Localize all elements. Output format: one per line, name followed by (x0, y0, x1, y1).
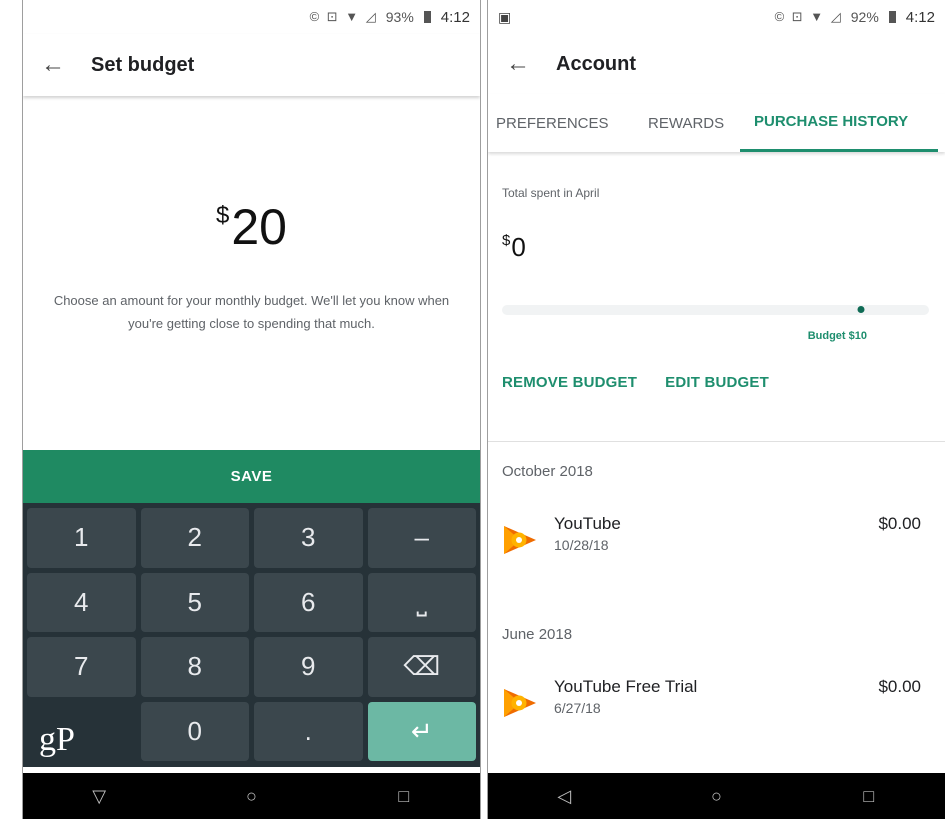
nav-home-icon[interactable]: ○ (686, 786, 746, 807)
status-time: 4:12 (905, 8, 935, 26)
edit-budget-button[interactable]: EDIT BUDGET (665, 374, 769, 391)
purchase-text: YouTube 10/28/18 (554, 500, 878, 553)
total-spent-amount: $ 0 (502, 232, 931, 263)
total-spent-label: Total spent in April (502, 186, 600, 200)
purchase-name: YouTube (554, 514, 621, 533)
battery-percent: 93% (385, 9, 414, 25)
key-dot[interactable]: . (254, 701, 363, 761)
purchase-name: YouTube Free Trial (554, 677, 698, 696)
status-bar: ▣ © ⊡ ▼ ◿ 92% 4:12 (488, 0, 945, 34)
key-5[interactable]: 5 (140, 572, 249, 632)
system-nav-bar: ▽ ○ □ (23, 773, 480, 819)
key-8[interactable]: 8 (140, 637, 249, 697)
arrow-left-icon[interactable]: ← (506, 50, 534, 78)
enter-key-icon[interactable]: ↵ (367, 701, 476, 761)
page-title: Set budget (91, 53, 195, 76)
status-bar: © ⊡ ▼ ◿ 93% 4:12 (23, 0, 480, 34)
purchase-price: $0.00 (878, 677, 921, 696)
remove-budget-button[interactable]: REMOVE BUDGET (502, 374, 637, 391)
tab-purchase-history[interactable]: PURCHASE HISTORY (740, 94, 938, 152)
budget-summary: Total spent in April $ 0 Budget $10 REMO… (488, 152, 945, 442)
purchase-item[interactable]: YouTube Free Trial 6/27/18 $0.00 (488, 663, 945, 768)
nav-home-icon[interactable]: ○ (221, 786, 281, 807)
key-9[interactable]: 9 (254, 637, 363, 697)
nav-back-icon[interactable]: ◁ (534, 786, 594, 807)
nav-back-icon[interactable]: ▽ (69, 786, 129, 807)
month-header: October 2018 (502, 462, 593, 480)
purchase-date: 10/28/18 (554, 537, 609, 553)
currency-symbol: $ (216, 202, 230, 229)
budget-amount-area: $ 20 Choose an amount for your monthly b… (23, 96, 480, 450)
arrow-left-icon[interactable]: ← (41, 51, 69, 79)
backspace-key-icon[interactable]: ⌫ (367, 637, 476, 697)
status-icons: © ⊡ ▼ ◿ (774, 9, 843, 24)
set-budget-screen: © ⊡ ▼ ◿ 93% 4:12 ← Set budget $ 20 Choos… (23, 0, 480, 819)
tab-bar: PREFERENCES REWARDS PURCHASE HISTORY (488, 94, 945, 152)
total-spent-value: 0 (511, 232, 526, 262)
key-7[interactable]: 7 (27, 637, 136, 697)
key-2[interactable]: 2 (140, 508, 249, 568)
battery-percent: 92% (850, 9, 879, 25)
status-time: 4:12 (440, 8, 470, 26)
google-play-music-icon (504, 526, 536, 554)
tab-rewards[interactable]: REWARDS (648, 94, 740, 152)
budget-value: 20 (231, 199, 287, 255)
app-bar: ← Set budget (23, 34, 480, 96)
purchase-price: $0.00 (878, 514, 921, 533)
battery-icon (888, 11, 896, 23)
nav-recents-icon[interactable]: □ (374, 786, 434, 807)
left-frame-border-right (480, 0, 481, 819)
key-3[interactable]: 3 (254, 508, 363, 568)
page-title: Account (556, 52, 636, 75)
purchase-date: 6/27/18 (554, 700, 601, 716)
purchase-text: YouTube Free Trial 6/27/18 (554, 663, 878, 716)
budget-description: Choose an amount for your monthly budget… (53, 293, 450, 331)
google-play-music-icon (504, 689, 536, 717)
numeric-keypad: 1 2 3 – 4 5 6 ⎵ 7 8 9 ⌫ 0 . ↵ gP (23, 503, 480, 767)
key-0[interactable]: 0 (140, 701, 249, 761)
budget-limit-label: Budget $10 (807, 330, 867, 342)
currency-symbol: $ (502, 232, 511, 249)
budget-marker-dot (857, 306, 865, 313)
system-nav-bar: ◁ ○ □ (488, 773, 945, 819)
budget-amount: $ 20 (216, 198, 287, 256)
nav-recents-icon[interactable]: □ (839, 786, 899, 807)
status-icons: © ⊡ ▼ ◿ (309, 9, 378, 24)
battery-icon (423, 11, 431, 23)
key-6[interactable]: 6 (254, 572, 363, 632)
key-minus[interactable]: – (367, 508, 476, 568)
space-key-icon[interactable]: ⎵ (367, 572, 476, 632)
image-icon: ▣ (498, 8, 512, 25)
app-bar: ← Account (488, 34, 945, 94)
budget-progress-bar (502, 305, 929, 315)
account-screen: ▣ © ⊡ ▼ ◿ 92% 4:12 ← Account PREFERENCES… (488, 0, 945, 819)
month-header: June 2018 (502, 625, 573, 643)
tab-preferences[interactable]: PREFERENCES (488, 94, 648, 152)
purchase-item[interactable]: YouTube 10/28/18 $0.00 (488, 500, 945, 605)
budget-actions: REMOVE BUDGET EDIT BUDGET (502, 374, 769, 391)
key-1[interactable]: 1 (27, 508, 136, 568)
watermark-logo: gP (39, 721, 75, 758)
save-button[interactable]: SAVE (23, 450, 480, 503)
key-4[interactable]: 4 (27, 572, 136, 632)
